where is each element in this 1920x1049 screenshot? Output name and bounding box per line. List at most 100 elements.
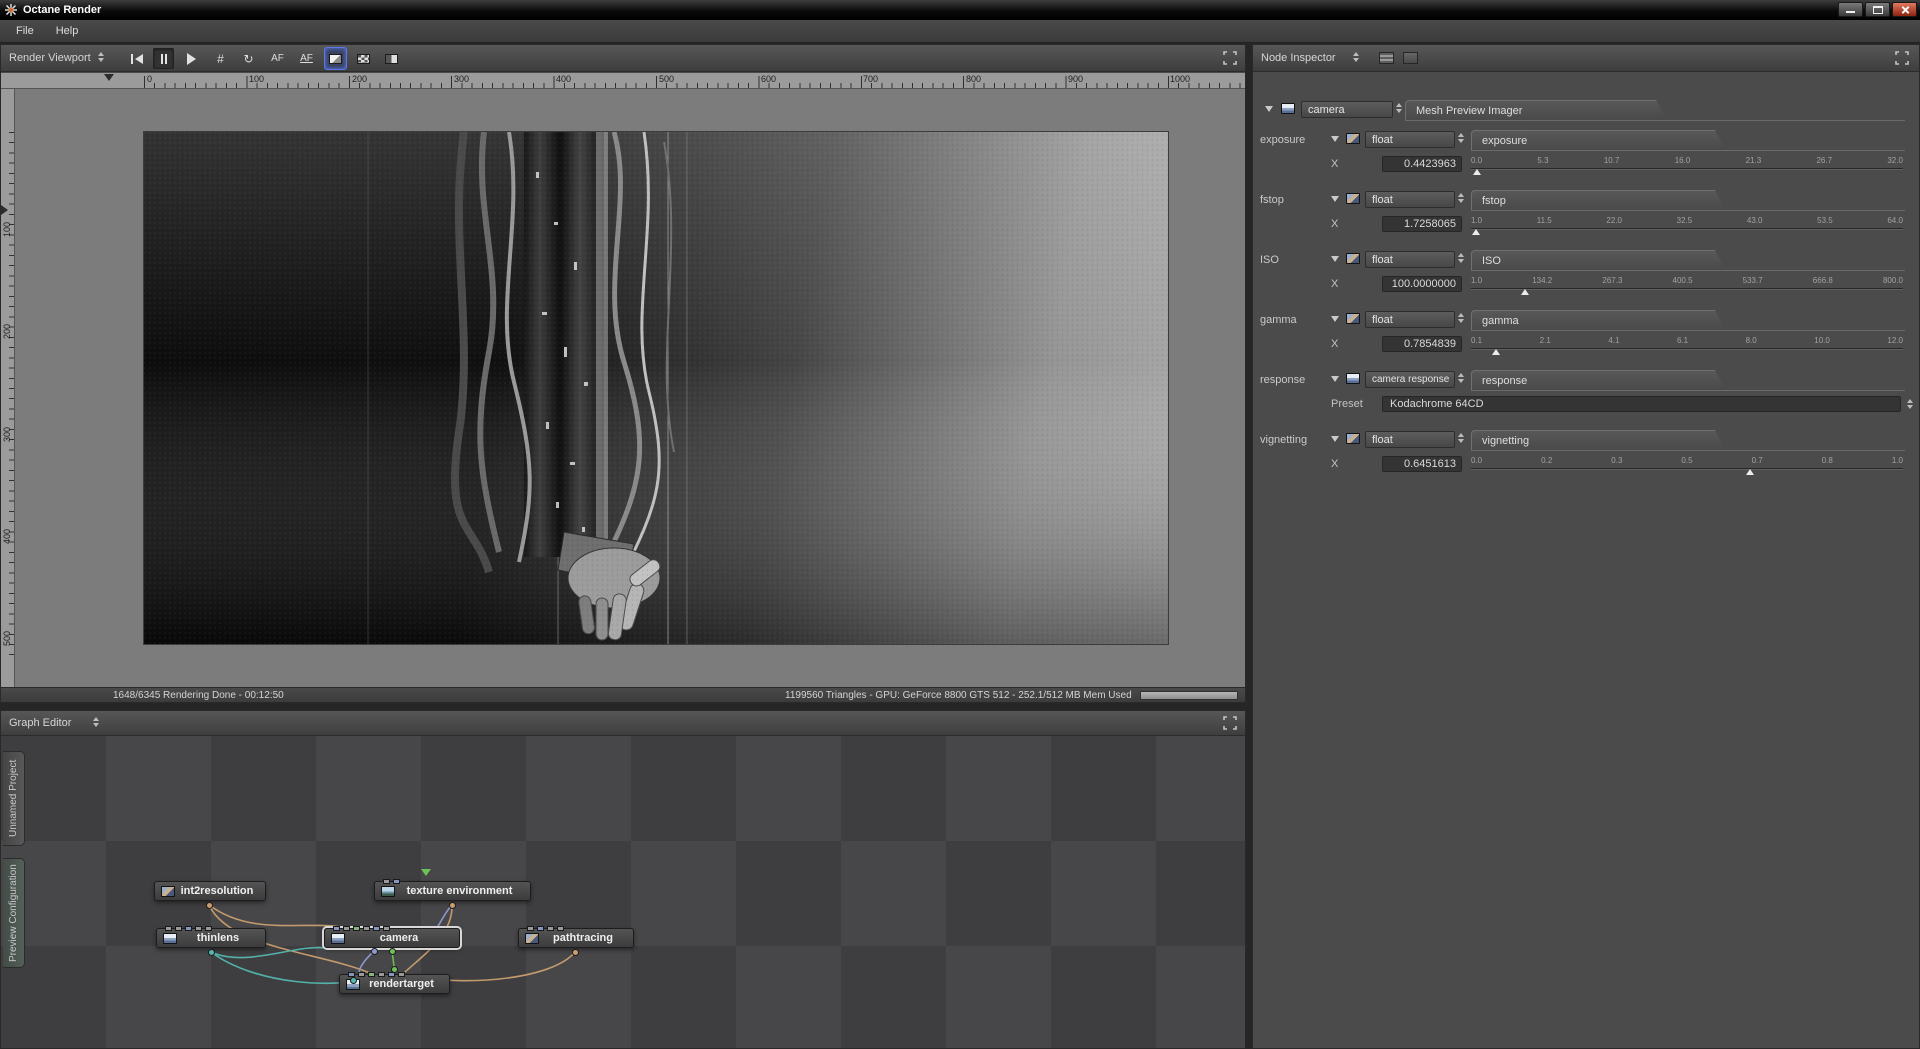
node-type-select[interactable]: float — [1365, 311, 1455, 328]
graph-node-int2resolution[interactable]: int2resolution — [154, 881, 266, 901]
param-tab[interactable]: ISO — [1471, 250, 1726, 271]
pause-render-button[interactable] — [153, 48, 174, 69]
slider-marker[interactable] — [1745, 469, 1754, 475]
type-spinner[interactable] — [1458, 253, 1464, 263]
menu-help[interactable]: Help — [46, 22, 89, 40]
input-connector[interactable] — [391, 966, 398, 973]
slider-marker[interactable] — [1520, 289, 1529, 295]
image-mode-button[interactable] — [325, 48, 346, 69]
exposure-slider[interactable]: 0.0 5.3 10.7 16.0 21.3 26.7 32.0 — [1471, 156, 1903, 176]
refresh-button[interactable]: ↻ — [238, 48, 259, 69]
graph-node-camera[interactable]: camera — [324, 926, 460, 948]
inspector-spinner[interactable] — [1353, 52, 1359, 62]
type-spinner[interactable] — [1458, 133, 1464, 143]
node-graph-canvas[interactable]: Unnamed Project Preview Configuration in… — [1, 736, 1245, 1048]
type-spinner[interactable] — [1458, 193, 1464, 203]
slider-marker[interactable] — [1473, 169, 1482, 175]
output-connector[interactable] — [371, 948, 378, 955]
param-tab[interactable]: response — [1471, 370, 1726, 391]
close-button[interactable] — [1892, 2, 1917, 17]
value-input[interactable]: 0.4423963 — [1382, 156, 1462, 172]
param-tab[interactable]: fstop — [1471, 190, 1726, 211]
node-pins[interactable] — [348, 972, 405, 977]
collapse-arrow-icon[interactable] — [1331, 376, 1339, 382]
collapse-arrow-icon[interactable] — [1331, 136, 1339, 142]
fullscreen-icon[interactable] — [1223, 51, 1237, 68]
tick-labels: 0.0 0.2 0.3 0.5 0.7 0.8 1.0 — [1471, 456, 1903, 465]
viewport-spinner[interactable] — [98, 52, 104, 62]
iso-slider[interactable]: 1.0 134.2 267.3 400.5 533.7 666.8 800.0 — [1471, 276, 1903, 296]
graph-node-texture-environment[interactable]: texture environment — [374, 879, 531, 901]
fstop-slider[interactable]: 1.0 11.5 22.0 32.5 43.0 53.5 64.0 — [1471, 216, 1903, 236]
node-pins[interactable] — [165, 926, 212, 931]
node-type-select[interactable]: float — [1365, 251, 1455, 268]
preset-select[interactable]: Kodachrome 64CD — [1382, 396, 1901, 412]
fullscreen-icon[interactable] — [1223, 716, 1237, 733]
wire-thinlens-camera[interactable] — [210, 946, 326, 959]
tab-preview-configuration[interactable]: Preview Configuration — [3, 858, 25, 968]
output-connector[interactable] — [449, 902, 456, 909]
autofocus-button[interactable]: AF — [267, 48, 288, 69]
node-icon — [331, 932, 345, 944]
gamma-slider[interactable]: 0.1 2.1 4.1 6.1 8.0 10.0 12.0 — [1471, 336, 1903, 356]
tab-mesh-preview-imager[interactable]: Mesh Preview Imager — [1405, 100, 1667, 121]
slider-marker[interactable] — [1472, 229, 1481, 235]
node-pins[interactable] — [333, 926, 390, 931]
layout-list-icon[interactable] — [1379, 52, 1394, 64]
node-selector[interactable]: camera — [1301, 101, 1393, 118]
collapse-arrow-icon[interactable] — [1265, 106, 1273, 112]
ruler-label: 700 — [863, 74, 879, 84]
param-tab[interactable]: exposure — [1471, 130, 1726, 151]
slider-marker[interactable] — [1492, 349, 1501, 355]
menu-file[interactable]: File — [6, 22, 44, 40]
type-spinner[interactable] — [1458, 433, 1464, 443]
collapse-arrow-icon[interactable] — [1331, 316, 1339, 322]
grid-toggle-button[interactable]: # — [210, 48, 231, 69]
output-connector[interactable] — [208, 949, 215, 956]
title-bar[interactable]: Octane Render — [0, 0, 1920, 20]
ruler-marker-icon — [1, 205, 8, 215]
param-tab[interactable]: vignetting — [1471, 430, 1726, 451]
vignetting-slider[interactable]: 0.0 0.2 0.3 0.5 0.7 0.8 1.0 — [1471, 456, 1903, 476]
output-connector[interactable] — [572, 949, 579, 956]
split-mode-button[interactable] — [381, 48, 402, 69]
graph-node-pathtracing[interactable]: pathtracing — [518, 926, 634, 948]
node-type-select[interactable]: camera response — [1365, 371, 1455, 388]
graph-spinner[interactable] — [93, 717, 99, 727]
graph-node-thinlens[interactable]: thinlens — [156, 926, 266, 948]
node-pins[interactable] — [527, 926, 564, 931]
value-input[interactable]: 100.0000000 — [1382, 276, 1462, 292]
type-spinner[interactable] — [1458, 313, 1464, 323]
ruler-label: 1000 — [1170, 74, 1191, 84]
value-input[interactable]: 1.7258065 — [1382, 216, 1462, 232]
wire-int2resolution-camera[interactable] — [208, 904, 342, 928]
param-tab[interactable]: gamma — [1471, 310, 1726, 331]
node-type-select[interactable]: float — [1365, 191, 1455, 208]
collapse-arrow-icon[interactable] — [1331, 256, 1339, 262]
node-type-select[interactable]: float — [1365, 431, 1455, 448]
layout-panel-icon[interactable] — [1403, 52, 1418, 64]
tab-unnamed-project[interactable]: Unnamed Project — [3, 751, 25, 846]
node-pins[interactable] — [383, 879, 400, 884]
preset-spinner[interactable] — [1907, 399, 1913, 409]
ruler-label: 500 — [2, 631, 12, 647]
output-connector[interactable] — [206, 902, 213, 909]
input-connector[interactable] — [350, 977, 357, 984]
value-input[interactable]: 0.6451613 — [1382, 456, 1462, 472]
node-type-select[interactable]: float — [1365, 131, 1455, 148]
ruler-label: 500 — [659, 74, 675, 84]
collapse-arrow-icon[interactable] — [1331, 196, 1339, 202]
minimize-button[interactable] — [1838, 2, 1863, 17]
type-spinner[interactable] — [1458, 373, 1464, 383]
node-selector-spinner[interactable] — [1396, 103, 1402, 113]
restart-render-button[interactable] — [126, 48, 147, 69]
fullscreen-icon[interactable] — [1895, 51, 1909, 68]
autofocus-lock-button[interactable]: AF — [296, 48, 317, 69]
value-input[interactable]: 0.7854839 — [1382, 336, 1462, 352]
maximize-button[interactable] — [1865, 2, 1890, 17]
viewport-canvas[interactable]: 100 200 300 400 500 — [1, 89, 1245, 689]
start-render-button[interactable] — [181, 48, 202, 69]
output-connector[interactable] — [389, 948, 396, 955]
collapse-arrow-icon[interactable] — [1331, 436, 1339, 442]
alpha-mode-button[interactable] — [353, 48, 374, 69]
